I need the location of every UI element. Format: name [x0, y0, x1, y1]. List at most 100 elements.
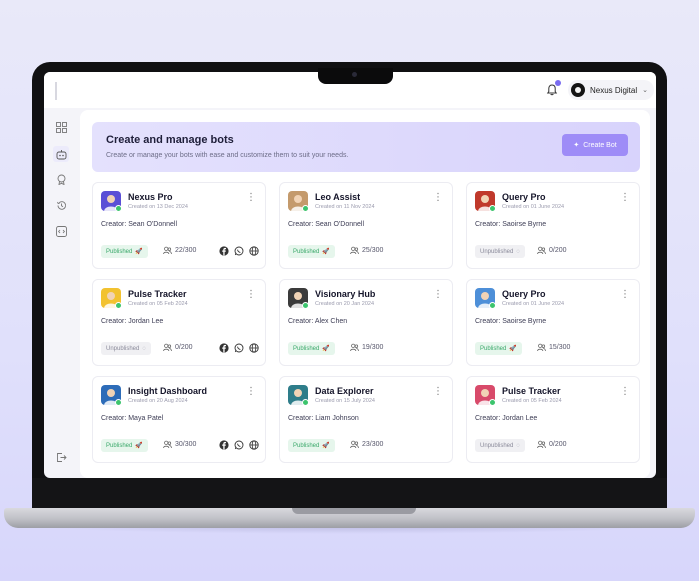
bot-creator: Creator: Sean O'Donnell	[288, 221, 365, 228]
status-badge[interactable]: Unpublished ◌	[475, 245, 525, 258]
user-count: 22/300	[163, 246, 196, 255]
base-notch	[292, 508, 416, 514]
more-options-icon[interactable]: ⋮	[433, 193, 443, 203]
user-count-value: 19/300	[362, 344, 384, 351]
whatsapp-icon[interactable]	[233, 342, 244, 353]
more-options-icon[interactable]: ⋮	[620, 193, 630, 203]
code-icon[interactable]	[54, 224, 68, 238]
status-badge-label: Unpublished	[480, 442, 514, 449]
bot-card[interactable]: Leo Assist Created on 11 Nov 2024 ⋮ Crea…	[279, 182, 453, 269]
bot-card[interactable]: Pulse Tracker Created on 05 Feb 2024 ⋮ C…	[466, 376, 640, 463]
whatsapp-icon[interactable]	[233, 245, 244, 256]
profile-menu[interactable]: Nexus Digital ⌄	[568, 80, 655, 100]
more-options-icon[interactable]: ⋮	[433, 387, 443, 397]
bot-created-date: Created on 01 June 2024	[502, 301, 565, 307]
bot-created-date: Created on 13 Dec 2024	[128, 204, 188, 210]
status-badge[interactable]: Unpublished ◌	[101, 342, 151, 355]
chevron-down-icon: ⌄	[642, 87, 649, 94]
status-badge[interactable]: Published 🚀	[475, 342, 522, 355]
user-count: 25/300	[350, 246, 383, 255]
bot-creator: Creator: Saoirse Byrne	[475, 318, 547, 325]
user-count: 0/200	[537, 246, 567, 255]
rocket-icon: 🚀	[509, 346, 517, 352]
globe-icon[interactable]	[248, 245, 259, 256]
toggle-icon: ◌	[142, 345, 146, 352]
bot-card[interactable]: Nexus Pro Created on 13 Dec 2024 ⋮ Creat…	[92, 182, 266, 269]
bot-card[interactable]: Insight Dashboard Created on 20 Aug 2024…	[92, 376, 266, 463]
laptop-chin	[32, 478, 667, 510]
status-badge[interactable]: Unpublished ◌	[475, 439, 525, 452]
avatar	[571, 83, 585, 97]
online-status-dot	[115, 302, 122, 309]
rocket-icon: 🚀	[322, 249, 330, 255]
status-badge[interactable]: Published 🚀	[288, 439, 335, 452]
online-status-dot	[302, 302, 309, 309]
toggle-icon: ◌	[516, 248, 520, 255]
online-status-dot	[489, 205, 496, 212]
status-badge[interactable]: Published 🚀	[101, 245, 148, 258]
users-icon	[163, 246, 172, 255]
status-badge[interactable]: Published 🚀	[288, 342, 335, 355]
bot-name: Insight Dashboard	[128, 386, 208, 396]
status-badge-label: Published	[293, 248, 320, 255]
bot-creator: Creator: Jordan Lee	[101, 318, 164, 325]
status-badge-label: Published	[480, 345, 507, 352]
globe-icon[interactable]	[248, 342, 259, 353]
user-count-value: 30/300	[175, 441, 197, 448]
more-options-icon[interactable]: ⋮	[433, 290, 443, 300]
bot-name: Data Explorer	[315, 386, 374, 396]
whatsapp-icon[interactable]	[233, 439, 244, 450]
bot-icon[interactable]	[53, 146, 69, 162]
bot-creator: Creator: Jordan Lee	[475, 415, 538, 422]
rocket-icon: 🚀	[322, 443, 330, 449]
bot-name: Nexus Pro	[128, 192, 173, 202]
user-count-value: 25/300	[362, 247, 384, 254]
facebook-icon[interactable]	[218, 439, 229, 450]
user-count-value: 23/300	[362, 441, 384, 448]
more-options-icon[interactable]: ⋮	[246, 387, 256, 397]
more-options-icon[interactable]: ⋮	[620, 387, 630, 397]
bot-card[interactable]: Pulse Tracker Created on 05 Feb 2024 ⋮ C…	[92, 279, 266, 366]
bot-creator: Creator: Sean O'Donnell	[101, 221, 178, 228]
online-status-dot	[302, 399, 309, 406]
users-icon	[350, 343, 359, 352]
social-links	[218, 342, 259, 353]
status-badge-label: Unpublished	[106, 345, 140, 352]
status-badge-label: Unpublished	[480, 248, 514, 255]
bot-created-date: Created on 01 June 2024	[502, 204, 565, 210]
bot-created-date: Created on 11 Nov 2024	[315, 204, 375, 210]
rocket-icon: 🚀	[135, 249, 143, 255]
logout-icon[interactable]	[54, 450, 68, 464]
more-options-icon[interactable]: ⋮	[246, 290, 256, 300]
grid-icon[interactable]	[54, 120, 68, 134]
bot-card[interactable]: Data Explorer Created on 15 July 2024 ⋮ …	[279, 376, 453, 463]
bot-name: Visionary Hub	[315, 289, 376, 299]
toggle-icon: ◌	[516, 442, 520, 449]
facebook-icon[interactable]	[218, 245, 229, 256]
user-count: 0/200	[537, 440, 567, 449]
online-status-dot	[302, 205, 309, 212]
bot-card[interactable]: Query Pro Created on 01 June 2024 ⋮ Crea…	[466, 279, 640, 366]
bot-card[interactable]: Visionary Hub Created on 20 Jan 2024 ⋮ C…	[279, 279, 453, 366]
camera-icon	[352, 72, 357, 77]
user-count: 30/300	[163, 440, 196, 449]
status-badge[interactable]: Published 🚀	[101, 439, 148, 452]
app-logo	[55, 82, 130, 100]
bot-card[interactable]: Query Pro Created on 01 June 2024 ⋮ Crea…	[466, 182, 640, 269]
bot-created-date: Created on 05 Feb 2024	[128, 301, 188, 307]
history-icon[interactable]	[54, 198, 68, 212]
facebook-icon[interactable]	[218, 342, 229, 353]
page-subtitle: Create or manage your bots with ease and…	[106, 152, 349, 159]
status-badge[interactable]: Published 🚀	[288, 245, 335, 258]
badge-icon[interactable]	[54, 172, 68, 186]
rocket-icon: 🚀	[135, 443, 143, 449]
create-bot-button[interactable]: ✦ Create Bot	[562, 134, 628, 156]
more-options-icon[interactable]: ⋮	[620, 290, 630, 300]
more-options-icon[interactable]: ⋮	[246, 193, 256, 203]
laptop-base	[4, 508, 695, 528]
users-icon	[537, 246, 546, 255]
globe-icon[interactable]	[248, 439, 259, 450]
bot-creator: Creator: Saoirse Byrne	[475, 221, 547, 228]
status-badge-label: Published	[293, 345, 320, 352]
online-status-dot	[115, 399, 122, 406]
